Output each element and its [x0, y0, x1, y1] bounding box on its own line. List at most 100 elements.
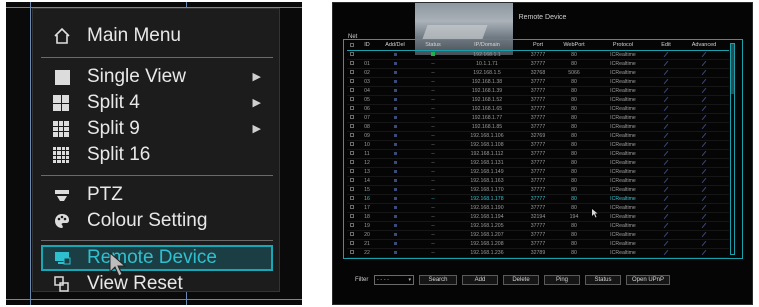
edit-icon[interactable]: [653, 104, 679, 114]
row-checkbox[interactable]: [347, 239, 357, 249]
row-checkbox[interactable]: [347, 140, 357, 150]
add-delete-icon[interactable]: [377, 167, 413, 177]
advanced-icon[interactable]: [679, 230, 729, 240]
row-checkbox[interactable]: [347, 50, 357, 60]
advanced-icon[interactable]: [679, 167, 729, 177]
table-row[interactable]: 22 -- 192.168.1.236 32789 80 ICRealtime: [347, 248, 729, 258]
status-button[interactable]: Status: [585, 275, 621, 285]
add-delete-icon[interactable]: [377, 176, 413, 186]
filter-select[interactable]: - - - - ▾: [374, 275, 414, 285]
advanced-icon[interactable]: [679, 248, 729, 258]
advanced-icon[interactable]: [679, 131, 729, 141]
advanced-icon[interactable]: [679, 86, 729, 96]
row-checkbox[interactable]: [347, 221, 357, 231]
add-delete-icon[interactable]: [377, 122, 413, 132]
advanced-icon[interactable]: [679, 176, 729, 186]
advanced-icon[interactable]: [679, 77, 729, 87]
table-row[interactable]: 17 -- 192.168.1.190 37777 80 ICRealtime: [347, 203, 729, 213]
row-checkbox[interactable]: [347, 203, 357, 213]
table-row[interactable]: 04 -- 192.168.1.39 37777 80 ICRealtime: [347, 86, 729, 96]
add-delete-icon[interactable]: [377, 86, 413, 96]
add-delete-icon[interactable]: [377, 221, 413, 231]
table-row[interactable]: 09 -- 192.168.1.106 32769 80 ICRealtime: [347, 131, 729, 141]
table-row[interactable]: 06 -- 192.168.1.65 37777 80 ICRealtime: [347, 104, 729, 114]
edit-icon[interactable]: [653, 140, 679, 150]
row-checkbox[interactable]: [347, 167, 357, 177]
table-row[interactable]: 01 -- 10.1.1.71 37777 80 ICRealtime: [347, 59, 729, 69]
row-checkbox[interactable]: [347, 77, 357, 87]
ping-button[interactable]: Ping: [544, 275, 580, 285]
advanced-icon[interactable]: [679, 104, 729, 114]
row-checkbox[interactable]: [347, 59, 357, 69]
header-checkbox[interactable]: [347, 41, 357, 51]
menu-item-split-4[interactable]: Split 4 ▶: [41, 90, 273, 116]
edit-icon[interactable]: [653, 113, 679, 123]
row-checkbox[interactable]: [347, 131, 357, 141]
add-delete-icon[interactable]: [377, 113, 413, 123]
table-row[interactable]: 18 -- 192.168.1.194 32194 194 ICRealtime: [347, 212, 729, 222]
edit-icon[interactable]: [653, 77, 679, 87]
menu-item-split-16[interactable]: Split 16: [41, 142, 273, 168]
table-row[interactable]: 12 -- 192.168.1.131 37777 80 ICRealtime: [347, 158, 729, 168]
edit-icon[interactable]: [653, 176, 679, 186]
advanced-icon[interactable]: [679, 50, 729, 60]
menu-item-remote-device[interactable]: Remote Device: [41, 245, 273, 271]
advanced-icon[interactable]: [679, 140, 729, 150]
add-delete-icon[interactable]: [377, 194, 413, 204]
row-checkbox[interactable]: [347, 86, 357, 96]
menu-item-split-9[interactable]: Split 9 ▶: [41, 116, 273, 142]
edit-icon[interactable]: [653, 59, 679, 69]
edit-icon[interactable]: [653, 122, 679, 132]
menu-item-colour-setting[interactable]: Colour Setting: [41, 208, 273, 234]
edit-icon[interactable]: [653, 95, 679, 105]
advanced-icon[interactable]: [679, 68, 729, 78]
row-checkbox[interactable]: [347, 230, 357, 240]
edit-icon[interactable]: [653, 149, 679, 159]
edit-icon[interactable]: [653, 86, 679, 96]
row-checkbox[interactable]: [347, 149, 357, 159]
row-checkbox[interactable]: [347, 185, 357, 195]
add-delete-icon[interactable]: [377, 149, 413, 159]
edit-icon[interactable]: [653, 50, 679, 60]
advanced-icon[interactable]: [679, 149, 729, 159]
edit-icon[interactable]: [653, 167, 679, 177]
advanced-icon[interactable]: [679, 212, 729, 222]
row-checkbox[interactable]: [347, 113, 357, 123]
table-row[interactable]: 03 -- 192.168.1.38 37777 80 ICRealtime: [347, 77, 729, 87]
add-delete-icon[interactable]: [377, 239, 413, 249]
edit-icon[interactable]: [653, 203, 679, 213]
advanced-icon[interactable]: [679, 95, 729, 105]
edit-icon[interactable]: [653, 131, 679, 141]
open-upnp-button[interactable]: Open UPnP: [626, 275, 670, 285]
advanced-icon[interactable]: [679, 59, 729, 69]
edit-icon[interactable]: [653, 248, 679, 258]
edit-icon[interactable]: [653, 194, 679, 204]
advanced-icon[interactable]: [679, 239, 729, 249]
advanced-icon[interactable]: [679, 221, 729, 231]
row-checkbox[interactable]: [347, 122, 357, 132]
table-row[interactable]: 02 -- 192.168.1.5 32768 5066 ICRealtime: [347, 68, 729, 78]
scrollbar-thumb[interactable]: [731, 44, 734, 94]
table-row[interactable]: 07 -- 192.168.1.77 37777 80 ICRealtime: [347, 113, 729, 123]
add-delete-icon[interactable]: [377, 230, 413, 240]
add-delete-icon[interactable]: [377, 248, 413, 258]
advanced-icon[interactable]: [679, 185, 729, 195]
menu-item-view-reset[interactable]: View Reset: [41, 271, 273, 297]
add-delete-icon[interactable]: [377, 68, 413, 78]
edit-icon[interactable]: [653, 239, 679, 249]
row-checkbox[interactable]: [347, 176, 357, 186]
edit-icon[interactable]: [653, 68, 679, 78]
row-checkbox[interactable]: [347, 158, 357, 168]
add-delete-icon[interactable]: [377, 140, 413, 150]
table-row[interactable]: 05 -- 192.168.1.52 37777 80 ICRealtime: [347, 95, 729, 105]
add-delete-icon[interactable]: [377, 77, 413, 87]
add-delete-icon[interactable]: [377, 158, 413, 168]
menu-item-ptz[interactable]: PTZ: [41, 182, 273, 208]
row-checkbox[interactable]: [347, 194, 357, 204]
row-checkbox[interactable]: [347, 248, 357, 258]
list-scrollbar[interactable]: [730, 43, 735, 255]
table-row[interactable]: 192.168.1.1 37777 80 ICRealtime: [347, 50, 729, 60]
edit-icon[interactable]: [653, 212, 679, 222]
table-row[interactable]: 20 -- 192.168.1.207 37777 80 ICRealtime: [347, 230, 729, 240]
row-checkbox[interactable]: [347, 212, 357, 222]
